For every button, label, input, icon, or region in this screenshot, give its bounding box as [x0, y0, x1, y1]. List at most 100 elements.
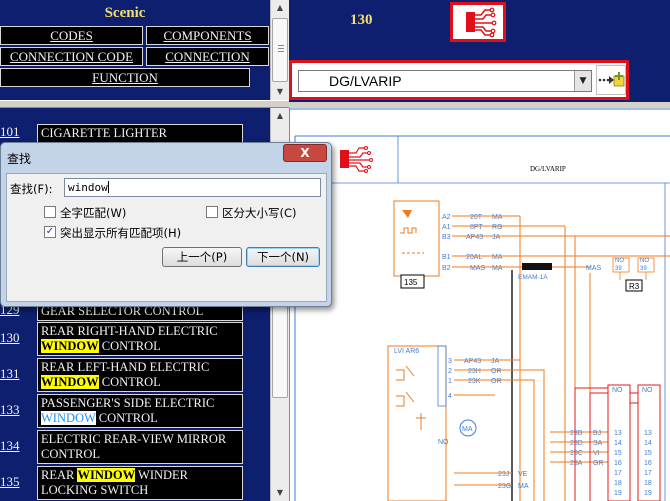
whole-word-label[interactable]: 全字匹配(W)	[60, 205, 126, 221]
svg-text:13: 13	[614, 430, 622, 437]
function-label[interactable]: PASSENGER'S SIDE ELECTRIC WINDOW CONTROL	[37, 394, 243, 428]
svg-text:13: 13	[644, 430, 652, 437]
connection-button[interactable]: CONNECTION	[146, 47, 269, 66]
svg-text:19: 19	[644, 490, 652, 497]
svg-text:NO: NO	[642, 387, 653, 394]
svg-text:B3: B3	[442, 234, 451, 241]
svg-text:17: 17	[614, 470, 622, 477]
svg-text:R3: R3	[629, 282, 640, 291]
function-number[interactable]: 134	[0, 438, 36, 454]
chevron-down-icon[interactable]: ▼	[574, 71, 591, 91]
svg-text:18: 18	[644, 480, 652, 487]
svg-text:39: 39	[640, 266, 647, 272]
svg-text:B2: B2	[442, 265, 451, 272]
svg-text:SA: SA	[593, 440, 603, 447]
svg-text:MA: MA	[462, 426, 473, 433]
wiring-diagram-canvas: DG/LVARIP 135 A2 A1 B3 B1 B2 20T 8PT AP4…	[290, 108, 670, 501]
function-number[interactable]: 130	[0, 330, 36, 346]
svg-text:RG: RG	[492, 224, 503, 231]
whole-word-checkbox[interactable]	[44, 206, 56, 218]
function-label[interactable]: REAR RIGHT-HAND ELECTRIC WINDOW CONTROL	[37, 322, 243, 356]
svg-text:18: 18	[614, 480, 622, 487]
svg-text:MAS: MAS	[586, 265, 602, 272]
search-highlight: WINDOW	[77, 468, 136, 482]
go-button[interactable]	[596, 65, 626, 95]
list-item[interactable]: 133 PASSENGER'S SIDE ELECTRIC WINDOW CON…	[0, 394, 270, 428]
svg-text:3: 3	[448, 358, 452, 365]
function-label[interactable]: REAR LEFT-HAND ELECTRIC WINDOW CONTROL	[37, 358, 243, 392]
find-next-button[interactable]: 下一个(N)	[246, 247, 320, 267]
svg-text:OR: OR	[491, 378, 502, 385]
list-item[interactable]: 134 ELECTRIC REAR-VIEW MIRROR CONTROL	[0, 430, 270, 464]
svg-text:AP43: AP43	[464, 358, 481, 365]
nav-scrollbar[interactable]: ▲ ▼	[270, 0, 289, 100]
connector-icon-button[interactable]	[450, 2, 506, 42]
diagram-header-label: DG/LVARIP	[530, 165, 566, 173]
list-item[interactable]: 135 REAR WINDOW WINDER LOCKING SWITCH	[0, 466, 270, 500]
match-case-checkbox[interactable]	[206, 206, 218, 218]
function-number[interactable]: 133	[0, 402, 36, 418]
scroll-up-icon[interactable]: ▲	[271, 0, 289, 16]
function-number[interactable]: 131	[0, 366, 36, 382]
svg-text:20T: 20T	[470, 214, 483, 221]
dialog-title: 查找	[7, 152, 32, 166]
highlight-all-checkbox[interactable]: ✓	[44, 226, 56, 238]
function-number[interactable]: 101	[0, 124, 36, 140]
svg-text:23H: 23H	[468, 368, 481, 375]
svg-text:MA: MA	[492, 265, 503, 272]
svg-text:4: 4	[448, 393, 452, 400]
function-button[interactable]: FUNCTION	[0, 68, 250, 87]
function-label[interactable]: REAR WINDOW WINDER LOCKING SWITCH	[37, 466, 243, 500]
function-label[interactable]: ELECTRIC REAR-VIEW MIRROR CONTROL	[37, 430, 243, 464]
find-previous-button[interactable]: 上一个(P)	[162, 247, 242, 267]
function-label[interactable]: CIGARETTE LIGHTER	[37, 124, 243, 143]
search-highlight: WINDOW	[41, 375, 99, 389]
list-item[interactable]: 101 CIGARETTE LIGHTER	[0, 124, 270, 143]
function-number[interactable]: 135	[0, 474, 36, 490]
svg-text:VE: VE	[518, 471, 528, 478]
scroll-up-icon[interactable]: ▲	[271, 108, 289, 124]
vehicle-title: Scenic	[104, 5, 146, 21]
svg-text:8PT: 8PT	[470, 224, 484, 231]
svg-text:14: 14	[644, 440, 652, 447]
search-highlight: WINDOW	[41, 339, 99, 353]
codes-button[interactable]: CODES	[0, 26, 143, 45]
svg-text:14: 14	[614, 440, 622, 447]
svg-text:MA: MA	[518, 483, 529, 490]
scroll-down-icon[interactable]: ▼	[271, 84, 289, 100]
svg-text:17: 17	[644, 470, 652, 477]
svg-text:AP43: AP43	[466, 234, 483, 241]
find-input[interactable]: window	[64, 178, 321, 197]
svg-text:JA: JA	[492, 234, 501, 241]
scroll-thumb[interactable]	[272, 18, 288, 82]
arrow-go-icon	[598, 72, 625, 87]
match-case-label[interactable]: 区分大小写(C)	[222, 205, 297, 221]
connector-select[interactable]: DG/LVARIP ▼	[298, 70, 592, 92]
svg-text:MA: MA	[492, 214, 503, 221]
svg-text:23A: 23A	[570, 460, 583, 467]
nav-panel: Scenic CODES COMPONENTS CONNECTION CODE …	[0, 0, 270, 100]
components-button[interactable]: COMPONENTS	[146, 26, 269, 45]
svg-text:A1: A1	[442, 224, 451, 231]
svg-text:23C: 23C	[570, 450, 583, 457]
svg-text:1: 1	[448, 378, 452, 385]
svg-text:2: 2	[448, 368, 452, 375]
close-icon[interactable]: X	[283, 144, 327, 162]
svg-text:19: 19	[614, 490, 622, 497]
svg-text:GR: GR	[593, 460, 604, 467]
svg-text:B1: B1	[442, 254, 451, 261]
svg-text:MA: MA	[492, 254, 503, 261]
svg-text:23J: 23J	[498, 471, 509, 478]
highlight-all-label[interactable]: 突出显示所有匹配项(H)	[60, 225, 181, 241]
svg-text:23K: 23K	[468, 378, 481, 385]
dialog-body: 查找(F): window 全字匹配(W) 区分大小写(C) ✓ 突出显示所有匹…	[6, 173, 327, 302]
connection-code-button[interactable]: CONNECTION CODE	[0, 47, 143, 66]
list-item[interactable]: 131 REAR LEFT-HAND ELECTRIC WINDOW CONTR…	[0, 358, 270, 392]
wiring-diagram: DG/LVARIP 135 A2 A1 B3 B1 B2 20T 8PT AP4…	[289, 108, 670, 501]
search-active-match: WINDOW	[41, 411, 96, 425]
scroll-down-icon[interactable]: ▼	[271, 485, 289, 501]
list-item[interactable]: 130 REAR RIGHT-HAND ELECTRIC WINDOW CONT…	[0, 322, 270, 356]
svg-text:BJ: BJ	[593, 430, 601, 437]
svg-text:JA: JA	[491, 358, 500, 365]
frame-splitter[interactable]	[0, 100, 289, 108]
